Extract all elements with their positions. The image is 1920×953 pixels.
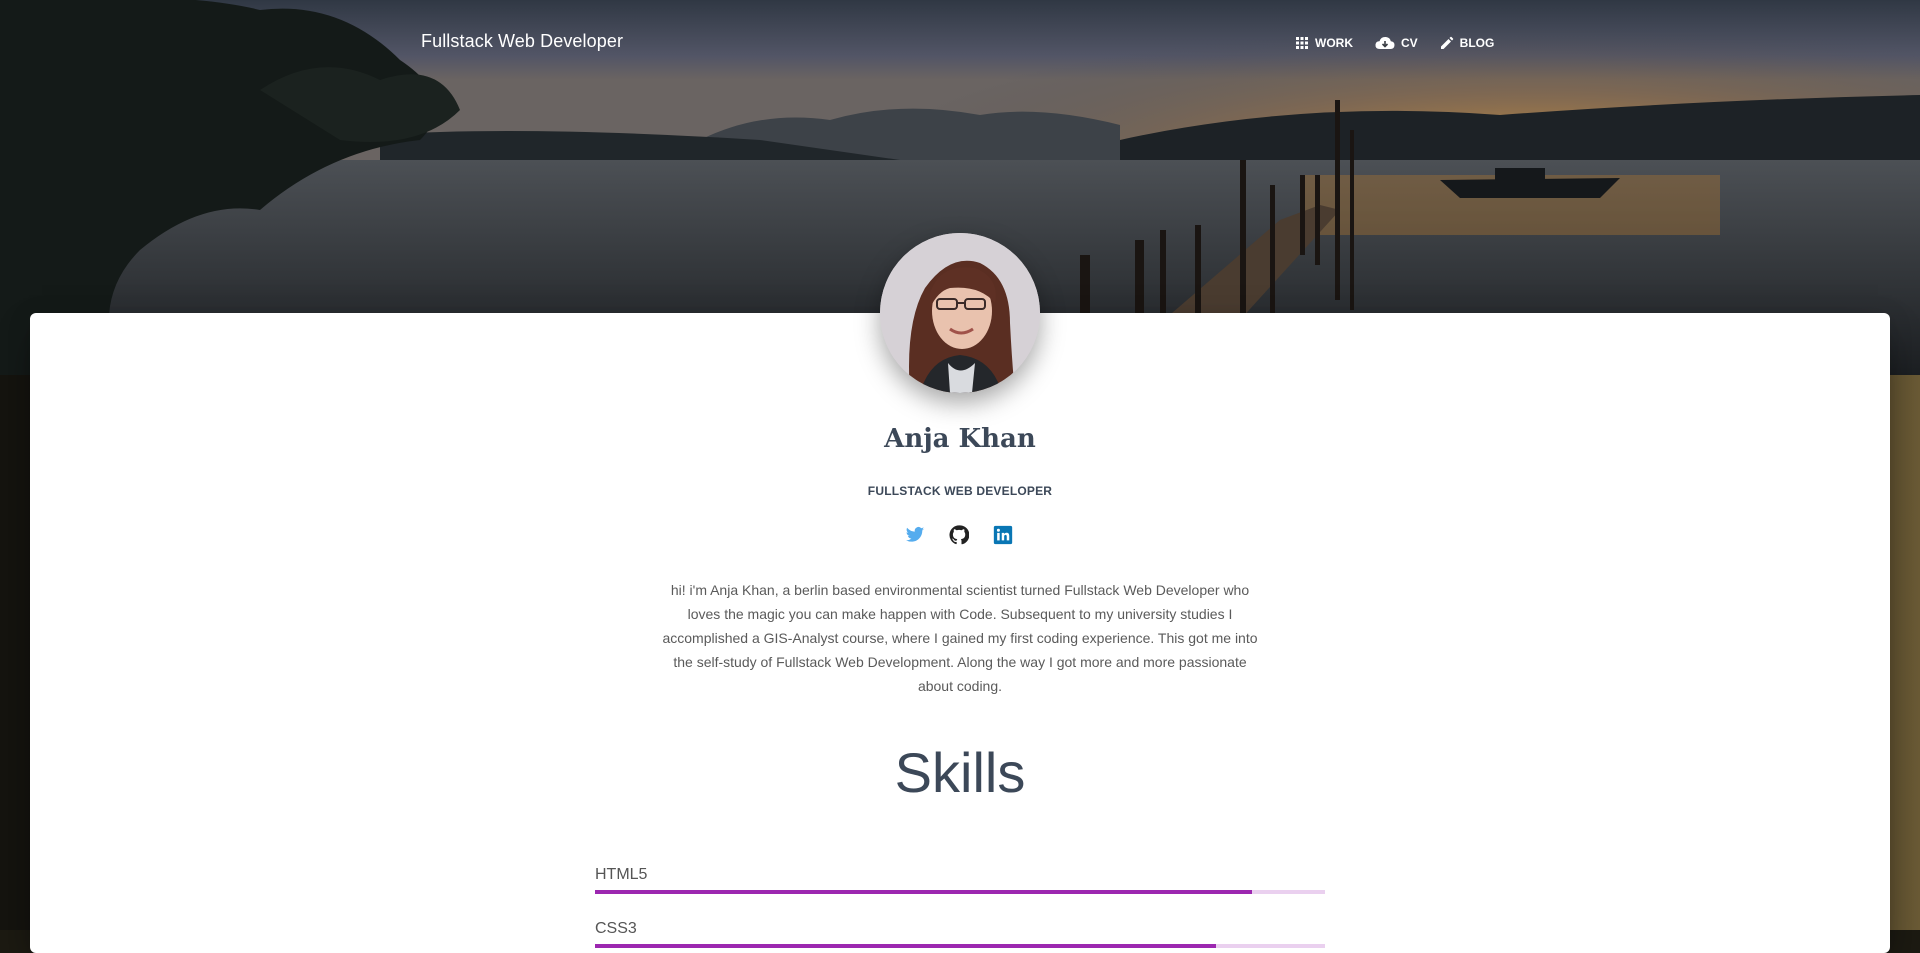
nav-work[interactable]: WORK bbox=[1295, 33, 1353, 53]
nav-work-label: WORK bbox=[1315, 36, 1353, 50]
skill-progress-fill bbox=[595, 944, 1216, 948]
nav-cv[interactable]: CV bbox=[1375, 33, 1418, 53]
brand-link[interactable]: Fullstack Web Developer bbox=[421, 31, 623, 52]
profile-photo-image bbox=[880, 233, 1040, 393]
skill-progress-track bbox=[595, 890, 1325, 894]
skill-progress-fill bbox=[595, 890, 1252, 894]
linkedin-icon[interactable] bbox=[993, 525, 1013, 545]
github-icon[interactable] bbox=[949, 525, 970, 545]
main-nav: WORK CV BLOG bbox=[1295, 33, 1516, 53]
skill-item: CSS3 bbox=[595, 920, 1325, 948]
skill-label: HTML5 bbox=[595, 866, 648, 883]
apps-icon bbox=[1295, 36, 1309, 50]
nav-blog[interactable]: BLOG bbox=[1440, 33, 1495, 53]
cloud-download-icon bbox=[1375, 36, 1395, 50]
profile-bio: hi! i'm Anja Khan, a berlin based enviro… bbox=[662, 582, 1258, 694]
profile-title: FULLSTACK WEB DEVELOPER bbox=[867, 484, 1053, 498]
nav-cv-label: CV bbox=[1401, 36, 1418, 50]
skill-label: CSS3 bbox=[595, 920, 637, 937]
social-links bbox=[905, 525, 1013, 545]
profile-name: Anja Khan bbox=[884, 424, 1036, 454]
pencil-icon bbox=[1440, 36, 1454, 50]
twitter-icon[interactable] bbox=[905, 525, 925, 545]
nav-blog-label: BLOG bbox=[1459, 36, 1495, 50]
avatar bbox=[880, 233, 1040, 393]
skill-progress-track bbox=[595, 944, 1325, 948]
skills-heading: Skills bbox=[894, 741, 1026, 804]
skill-item: HTML5 bbox=[595, 866, 1325, 894]
